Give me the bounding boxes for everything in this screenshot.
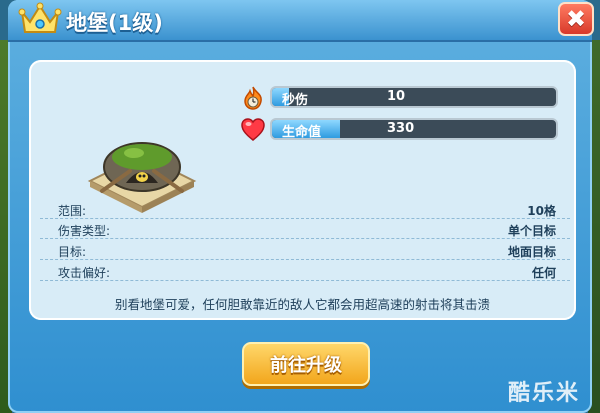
info-key: 伤害类型: bbox=[58, 224, 111, 238]
info-row-damage-type: 伤害类型: 单个目标 bbox=[38, 220, 570, 240]
heart-icon bbox=[241, 118, 265, 141]
crown-icon bbox=[18, 2, 62, 33]
stat-label: 生命值 bbox=[282, 125, 322, 140]
stat-value: 10 bbox=[387, 89, 406, 104]
flame-icon bbox=[244, 86, 262, 110]
info-row-preference: 攻击偏好: 任何 bbox=[38, 262, 570, 282]
close-icon: ✖ bbox=[565, 5, 587, 33]
info-row-target: 目标: 地面目标 bbox=[38, 241, 570, 261]
info-value: 任何 bbox=[531, 266, 556, 280]
stat-bar-health: 生命值 330 bbox=[270, 118, 558, 140]
divider bbox=[40, 218, 570, 219]
info-row-range: 范围: 10格 bbox=[38, 200, 570, 220]
info-value: 地面目标 bbox=[507, 245, 556, 259]
info-key: 攻击偏好: bbox=[58, 266, 111, 280]
watermark-logo: 酷乐米 bbox=[508, 381, 581, 406]
description-text: 别看地堡可爱，任何胆敢靠近的敌人它都会用超高速的射击将其击溃 bbox=[114, 297, 490, 312]
info-value: 单个目标 bbox=[507, 224, 556, 238]
upgrade-button[interactable]: 前往升级 bbox=[242, 342, 370, 386]
info-key: 范围: bbox=[58, 204, 87, 218]
info-value: 10格 bbox=[527, 204, 556, 218]
divider bbox=[40, 259, 570, 260]
divider bbox=[40, 238, 570, 239]
close-button[interactable]: ✖ bbox=[558, 2, 594, 36]
stat-label: 秒伤 bbox=[282, 93, 309, 108]
stat-value: 330 bbox=[387, 121, 415, 136]
dialog-title: 地堡(1级) bbox=[66, 11, 163, 35]
divider bbox=[40, 280, 570, 281]
stat-bar-damage: 秒伤 10 bbox=[270, 86, 558, 108]
info-key: 目标: bbox=[58, 245, 87, 259]
